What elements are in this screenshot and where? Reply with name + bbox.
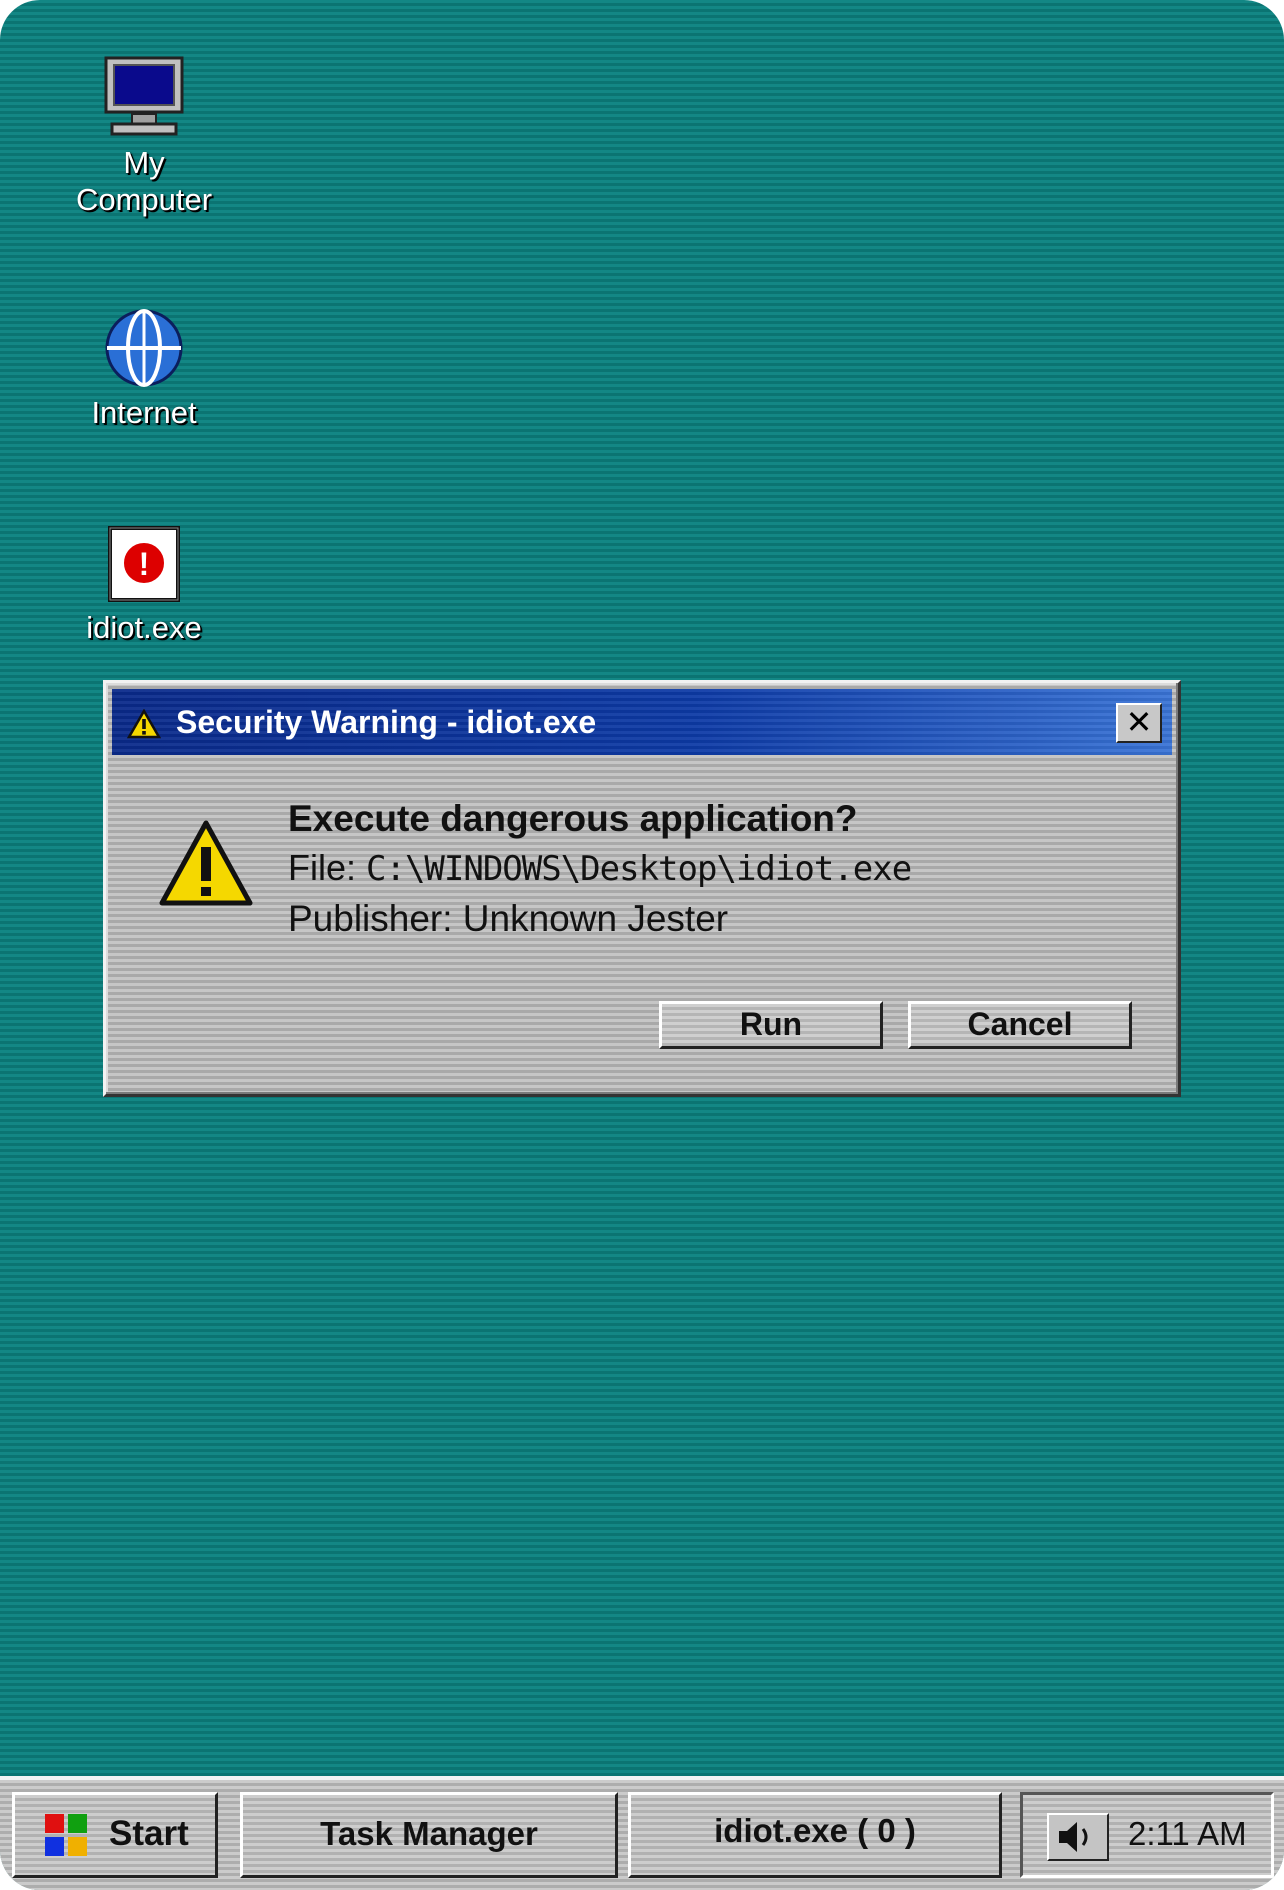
error-icon: ! xyxy=(108,526,180,602)
volume-button[interactable] xyxy=(1047,1813,1109,1861)
taskbar-item-task-manager[interactable]: Task Manager xyxy=(240,1792,618,1878)
close-button[interactable]: ✕ xyxy=(1116,703,1162,743)
windows-logo-icon xyxy=(45,1814,87,1856)
svg-text:!: ! xyxy=(139,546,150,582)
cancel-button[interactable]: Cancel xyxy=(908,1001,1132,1049)
globe-icon xyxy=(105,309,183,387)
taskbar: Start Task Manager idiot.exe ( 0 ) 2:11 … xyxy=(0,1776,1284,1890)
warning-icon xyxy=(127,709,161,739)
dialog-heading: Execute dangerous application? xyxy=(288,798,858,839)
desktop-icon-my-computer[interactable]: My Computer xyxy=(49,56,239,218)
start-label: Start xyxy=(109,1814,189,1853)
desktop-icon-label: My xyxy=(123,145,165,180)
system-tray: 2:11 AM xyxy=(1020,1792,1274,1878)
dialog-title: Security Warning - idiot.exe xyxy=(176,704,597,740)
taskbar-item-idiot-exe[interactable]: idiot.exe ( 0 ) xyxy=(628,1792,1002,1878)
desktop-icon-idiot-exe[interactable]: ! idiot.exe xyxy=(49,525,239,646)
dialog-publisher: Publisher: Unknown Jester xyxy=(288,898,729,939)
run-button[interactable]: Run xyxy=(659,1001,883,1049)
clock: 2:11 AM xyxy=(1128,1815,1247,1852)
security-warning-dialog: Security Warning - idiot.exe ✕ Execute d… xyxy=(103,680,1181,1097)
close-icon: ✕ xyxy=(1125,703,1153,741)
dialog-titlebar[interactable]: Security Warning - idiot.exe ✕ xyxy=(112,689,1172,755)
computer-icon xyxy=(104,56,184,136)
desktop-screen: My Computer Internet ! idiot.exe Securit… xyxy=(0,0,1284,1890)
file-path: C:\WINDOWS\Desktop\idiot.exe xyxy=(366,849,912,889)
speaker-icon xyxy=(1059,1822,1088,1852)
dialog-file-line: File: C:\WINDOWS\Desktop\idiot.exe xyxy=(288,846,912,891)
start-button[interactable]: Start xyxy=(12,1792,218,1878)
file-label: File: xyxy=(288,847,367,888)
warning-icon xyxy=(159,820,253,906)
desktop-icon-label: Computer xyxy=(75,182,213,217)
desktop-icon-label: idiot.exe xyxy=(86,610,202,645)
desktop-icon-internet[interactable]: Internet xyxy=(49,308,239,431)
desktop-icon-label: Internet xyxy=(91,395,197,430)
